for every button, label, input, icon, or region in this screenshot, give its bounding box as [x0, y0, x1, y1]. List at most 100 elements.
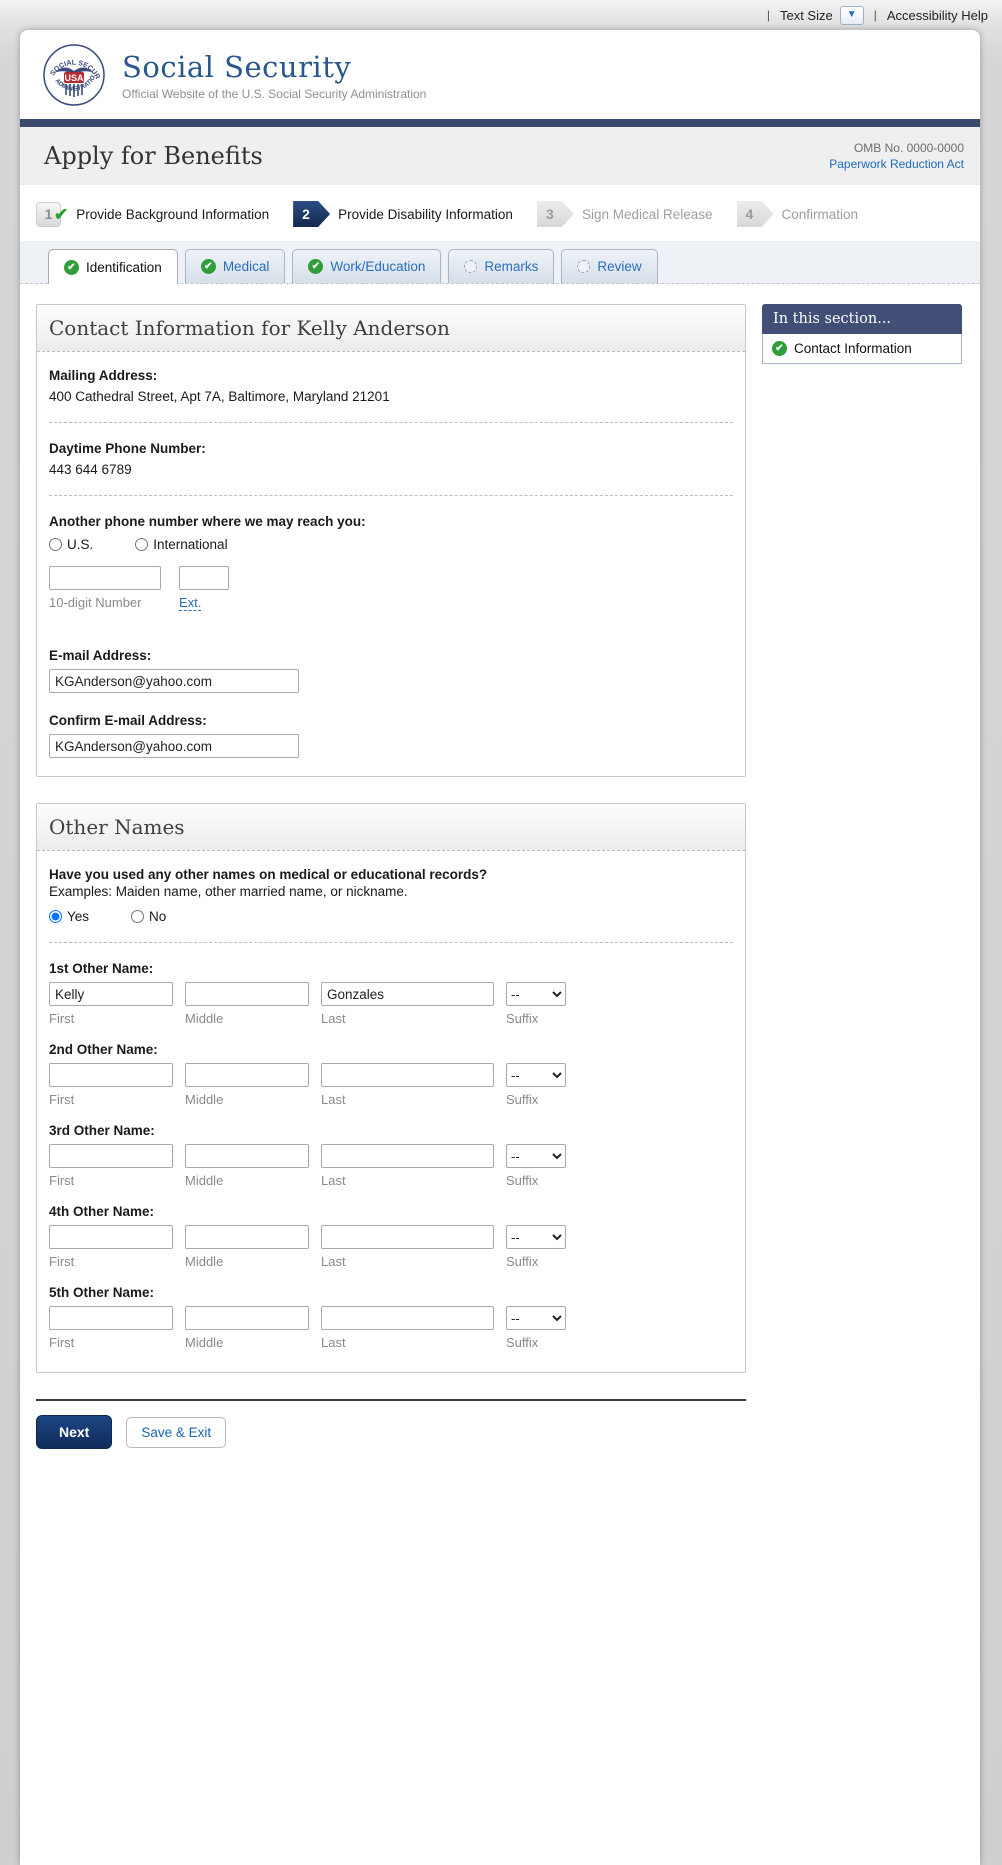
omb-number: OMB No. 0000-0000 — [829, 140, 964, 156]
text-size-dropdown-button[interactable]: ▼ — [840, 6, 864, 25]
divider — [49, 422, 733, 423]
tab-medical-label: Medical — [223, 259, 270, 274]
other-names-yes-radio[interactable] — [49, 910, 62, 923]
other-names-title: Other Names — [49, 815, 733, 839]
middle-label: Middle — [185, 1254, 309, 1269]
middle-label: Middle — [185, 1173, 309, 1188]
step-4-label: Confirmation — [782, 207, 859, 222]
tab-identification[interactable]: ✔ Identification — [48, 249, 178, 284]
pending-circle-icon — [464, 260, 477, 273]
confirm-email-label: Confirm E-mail Address: — [49, 713, 733, 728]
other-name-1-suffix-select[interactable]: -- — [506, 982, 566, 1006]
step-3-sign-medical-release: 3 Sign Medical Release — [537, 201, 713, 227]
email-label: E-mail Address: — [49, 648, 733, 663]
first-label: First — [49, 1254, 173, 1269]
section-sidebar: In this section... ✔ Contact Information — [762, 304, 962, 1449]
other-name-4-last-input[interactable] — [321, 1225, 494, 1249]
other-name-2-suffix-select[interactable]: -- — [506, 1063, 566, 1087]
save-and-exit-button[interactable]: Save & Exit — [126, 1417, 226, 1448]
tab-review[interactable]: Review — [561, 249, 657, 283]
step-2-badge: 2 — [293, 201, 330, 227]
site-header: SOCIAL SECURITY ADMINISTRATION USA Socia… — [20, 30, 980, 119]
text-size-label: Text Size — [780, 8, 833, 23]
other-name-1-middle-input[interactable] — [185, 982, 309, 1006]
other-name-3-last-input[interactable] — [321, 1144, 494, 1168]
section-tabs: ✔ Identification ✔ Medical ✔ Work/Educat… — [20, 241, 980, 284]
other-name-4-middle-input[interactable] — [185, 1225, 309, 1249]
other-name-5-last-input[interactable] — [321, 1306, 494, 1330]
next-button[interactable]: Next — [36, 1415, 112, 1449]
ssa-seal-logo: SOCIAL SECURITY ADMINISTRATION USA — [42, 43, 106, 107]
other-phone-question: Another phone number where we may reach … — [49, 514, 733, 529]
divider — [49, 495, 733, 496]
other-name-4-label: 4th Other Name: — [49, 1204, 733, 1219]
last-label: Last — [321, 1092, 494, 1107]
other-name-1-label: 1st Other Name: — [49, 961, 733, 976]
other-name-4-first-input[interactable] — [49, 1225, 173, 1249]
confirm-email-input[interactable] — [49, 734, 299, 758]
other-name-3-label: 3rd Other Name: — [49, 1123, 733, 1138]
international-phone-radio[interactable] — [135, 538, 148, 551]
tab-remarks-label: Remarks — [484, 259, 538, 274]
other-name-row-1: 1st Other Name: First Middle Last -- Suf… — [49, 961, 733, 1026]
extension-input[interactable] — [179, 566, 229, 590]
page-card: SOCIAL SECURITY ADMINISTRATION USA Socia… — [20, 30, 980, 1865]
tab-remarks[interactable]: Remarks — [448, 249, 554, 283]
extension-help-link[interactable]: Ext. — [179, 595, 201, 611]
step-1-background-information: 1 ✔ Provide Background Information — [36, 202, 269, 227]
us-phone-radio-label[interactable]: U.S. — [67, 537, 93, 552]
other-name-2-label: 2nd Other Name: — [49, 1042, 733, 1057]
other-name-2-first-input[interactable] — [49, 1063, 173, 1087]
step-1-check-icon: ✔ — [54, 205, 68, 225]
other-name-2-last-input[interactable] — [321, 1063, 494, 1087]
divider — [49, 942, 733, 943]
tab-work-education[interactable]: ✔ Work/Education — [292, 249, 441, 283]
international-phone-radio-label[interactable]: International — [153, 537, 227, 552]
other-name-5-first-input[interactable] — [49, 1306, 173, 1330]
other-name-3-first-input[interactable] — [49, 1144, 173, 1168]
other-name-3-middle-input[interactable] — [185, 1144, 309, 1168]
first-label: First — [49, 1011, 173, 1026]
tab-medical[interactable]: ✔ Medical — [185, 249, 286, 283]
first-label: First — [49, 1173, 173, 1188]
other-names-question: Have you used any other names on medical… — [49, 867, 733, 882]
other-name-1-last-input[interactable] — [321, 982, 494, 1006]
separator: | — [874, 8, 877, 22]
other-names-no-label[interactable]: No — [149, 909, 166, 924]
site-title: Social Security — [122, 50, 426, 84]
suffix-label: Suffix — [506, 1173, 566, 1188]
other-name-1-first-input[interactable] — [49, 982, 173, 1006]
other-names-yes-label[interactable]: Yes — [67, 909, 89, 924]
email-input[interactable] — [49, 669, 299, 693]
other-name-row-3: 3rd Other Name: First Middle Last -- Suf… — [49, 1123, 733, 1188]
accessibility-help-link[interactable]: Accessibility Help — [887, 8, 988, 23]
ten-digit-number-input[interactable] — [49, 566, 161, 590]
other-name-5-label: 5th Other Name: — [49, 1285, 733, 1300]
middle-label: Middle — [185, 1092, 309, 1107]
complete-check-icon: ✔ — [308, 259, 323, 274]
other-name-3-suffix-select[interactable]: -- — [506, 1144, 566, 1168]
us-phone-radio[interactable] — [49, 538, 62, 551]
sidebar-item-contact-information[interactable]: ✔ Contact Information — [762, 334, 962, 364]
separator: | — [767, 8, 770, 22]
other-name-row-5: 5th Other Name: First Middle Last -- Suf… — [49, 1285, 733, 1350]
last-label: Last — [321, 1011, 494, 1026]
tab-work-education-label: Work/Education — [330, 259, 425, 274]
contact-section-title: Contact Information for Kelly Anderson — [49, 316, 733, 340]
last-label: Last — [321, 1254, 494, 1269]
other-name-4-suffix-select[interactable]: -- — [506, 1225, 566, 1249]
daytime-phone-value: 443 644 6789 — [49, 462, 733, 477]
other-name-5-middle-input[interactable] — [185, 1306, 309, 1330]
page-banner: Apply for Benefits OMB No. 0000-0000 Pap… — [20, 127, 980, 185]
complete-check-icon: ✔ — [201, 259, 216, 274]
other-names-section: Other Names Have you used any other name… — [36, 803, 746, 1373]
step-3-badge: 3 — [537, 201, 574, 227]
complete-check-icon: ✔ — [64, 260, 79, 275]
paperwork-reduction-act-link[interactable]: Paperwork Reduction Act — [829, 157, 964, 171]
other-name-2-middle-input[interactable] — [185, 1063, 309, 1087]
step-4-badge: 4 — [737, 201, 774, 227]
other-name-5-suffix-select[interactable]: -- — [506, 1306, 566, 1330]
daytime-phone-label: Daytime Phone Number: — [49, 441, 733, 456]
other-names-no-radio[interactable] — [131, 910, 144, 923]
last-label: Last — [321, 1173, 494, 1188]
